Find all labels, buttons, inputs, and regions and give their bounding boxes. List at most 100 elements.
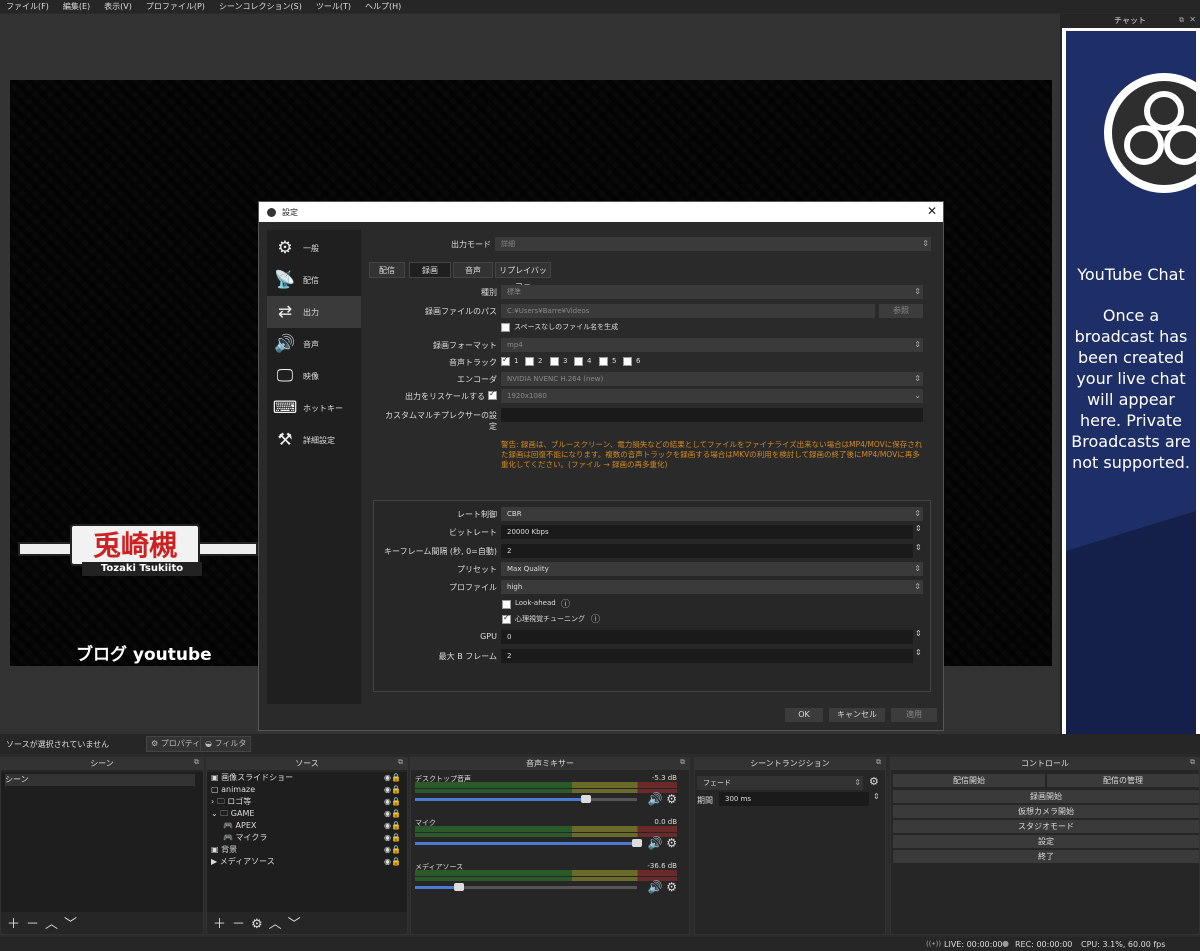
lock-icon[interactable]: 🔒 <box>391 808 401 820</box>
type-select[interactable]: 標準 ⇕ <box>501 285 923 299</box>
output-mode-select[interactable]: 詳細 ⇕ <box>495 237 931 251</box>
float-icon[interactable]: ⧉ <box>194 758 199 767</box>
start-recording-button[interactable]: 録画開始 <box>893 790 1199 803</box>
sidebar-item-audio[interactable]: 🔊 音声 <box>267 328 361 360</box>
menu-tools[interactable]: ツール(T) <box>316 1 351 12</box>
transition-select[interactable]: フェード ⇕ <box>697 776 863 790</box>
help-icon[interactable]: ⓘ <box>591 612 600 625</box>
track-5-checkbox[interactable] <box>599 357 608 366</box>
track-2-checkbox[interactable] <box>525 357 534 366</box>
lock-icon[interactable]: 🔒 <box>391 832 401 844</box>
gear-icon[interactable]: ⚙ <box>869 775 879 788</box>
start-stream-button[interactable]: 配信開始 <box>893 774 1045 787</box>
menu-profile[interactable]: プロファイル(P) <box>146 1 205 12</box>
tab-stream[interactable]: 配信 <box>369 262 405 278</box>
volume-slider[interactable] <box>415 883 637 891</box>
lookahead-checkbox[interactable] <box>502 600 511 609</box>
list-item[interactable]: ⌄ 🗀 GAME ◉ 🔒 <box>211 808 401 820</box>
path-input[interactable]: C:¥Users¥Barre¥Videos <box>501 304 875 318</box>
eye-icon[interactable]: ◉ <box>384 808 391 820</box>
sidebar-item-hotkeys[interactable]: ⌨ ホットキー <box>267 392 361 424</box>
bitrate-input[interactable]: 20000 Kbps <box>501 525 913 539</box>
list-item[interactable]: ▣ 背景 ◉ 🔒 <box>211 844 401 856</box>
browse-button[interactable]: 参照 <box>879 304 923 318</box>
format-select[interactable]: mp4 ⇕ <box>501 338 923 352</box>
apply-button[interactable]: 適用 <box>891 708 937 722</box>
profile-select[interactable]: high ⇕ <box>501 580 923 594</box>
menu-edit[interactable]: 編集(E) <box>63 1 90 12</box>
menu-file[interactable]: ファイル(F) <box>6 1 49 12</box>
studio-mode-button[interactable]: スタジオモード <box>893 820 1199 833</box>
track-4-checkbox[interactable] <box>574 357 583 366</box>
lock-icon[interactable]: 🔒 <box>391 772 401 784</box>
bframes-input[interactable]: 2 <box>501 649 913 663</box>
bframes-spin-icon[interactable]: ⇕ <box>915 648 922 657</box>
speaker-gear-icon[interactable]: 🔊 ⚙ <box>647 836 677 850</box>
manage-broadcast-button[interactable]: 配信の管理 <box>1047 774 1199 787</box>
exit-button[interactable]: 終了 <box>893 850 1199 863</box>
duration-spin-icon[interactable]: ⇕ <box>873 792 880 801</box>
eye-icon[interactable]: ◉ <box>384 820 391 832</box>
menu-view[interactable]: 表示(V) <box>104 1 132 12</box>
menu-scene-collection[interactable]: シーンコレクション(S) <box>219 1 302 12</box>
dialog-close-icon[interactable]: ✕ <box>927 204 937 218</box>
eye-icon[interactable]: ◉ <box>384 844 391 856</box>
list-item[interactable]: › 🗀 ロゴ等 ◉ 🔒 <box>211 796 401 808</box>
tab-recording[interactable]: 録画 <box>409 262 451 278</box>
speaker-gear-icon[interactable]: 🔊 ⚙ <box>647 792 677 806</box>
encoder-select[interactable]: NVIDIA NVENC H.264 (new) ⇕ <box>501 372 923 386</box>
nospace-checkbox[interactable] <box>501 323 510 332</box>
preset-select[interactable]: Max Quality ⇕ <box>501 562 923 576</box>
psycho-checkbox[interactable] <box>502 613 511 624</box>
muxer-input[interactable] <box>501 408 923 422</box>
rescale-checkbox[interactable] <box>488 389 497 400</box>
source-tools[interactable]: ＋－⚙︿﹀ <box>213 913 307 932</box>
eye-icon[interactable]: ◉ <box>384 832 391 844</box>
list-item[interactable]: 🎮 APEX ◉ 🔒 <box>211 820 401 832</box>
eye-icon[interactable]: ◉ <box>384 856 391 868</box>
sidebar-item-video[interactable]: 🖵 映像 <box>267 360 361 392</box>
list-item[interactable]: 🎮 マイクラ ◉ 🔒 <box>211 832 401 844</box>
scene-tools[interactable]: ＋－︿﹀ <box>7 913 83 932</box>
eye-icon[interactable]: ◉ <box>384 796 391 808</box>
list-item[interactable]: シーン <box>5 774 195 786</box>
lock-icon[interactable]: 🔒 <box>391 844 401 856</box>
volume-slider[interactable] <box>415 795 637 803</box>
float-icon[interactable]: ⧉ <box>876 758 881 767</box>
cancel-button[interactable]: キャンセル <box>829 708 885 722</box>
properties-button[interactable]: ⚙ プロパティ <box>146 736 206 752</box>
track-3-checkbox[interactable] <box>550 357 559 366</box>
keyframe-input[interactable]: 2 <box>501 544 913 558</box>
list-item[interactable]: ▶ メディアソース ◉ 🔒 <box>211 856 401 868</box>
speaker-gear-icon[interactable]: 🔊 ⚙ <box>647 880 677 894</box>
chat-close-icon[interactable]: ✕ <box>1189 15 1196 24</box>
tab-replay-buffer[interactable]: リプレイバッファ <box>495 262 551 291</box>
sidebar-item-stream[interactable]: 📡 配信 <box>267 264 361 296</box>
track-1-checkbox[interactable] <box>501 355 510 366</box>
bitrate-spin-icon[interactable]: ⇕ <box>915 524 922 533</box>
settings-button[interactable]: 設定 <box>893 835 1199 848</box>
virtual-camera-button[interactable]: 仮想カメラ開始 <box>893 805 1199 818</box>
filters-button[interactable]: ◒ フィルタ <box>200 736 252 752</box>
lock-icon[interactable]: 🔒 <box>391 784 401 796</box>
track-6-checkbox[interactable] <box>623 357 632 366</box>
help-icon[interactable]: ⓘ <box>561 597 570 610</box>
float-icon[interactable]: ⧉ <box>680 758 685 767</box>
ok-button[interactable]: OK <box>785 708 823 722</box>
sidebar-item-general[interactable]: ⚙ 一般 <box>267 232 361 264</box>
duration-input[interactable]: 300 ms <box>719 792 869 806</box>
float-icon[interactable]: ⧉ <box>1190 758 1195 767</box>
list-item[interactable]: ▣ 画像スライドショー ◉ 🔒 <box>211 772 401 784</box>
rescale-select[interactable]: 1920x1080 ⌄ <box>501 389 923 403</box>
float-icon[interactable]: ⧉ <box>398 758 403 767</box>
keyframe-spin-icon[interactable]: ⇕ <box>915 543 922 552</box>
lock-icon[interactable]: 🔒 <box>391 820 401 832</box>
rate-select[interactable]: CBR ⇕ <box>501 507 923 521</box>
lock-icon[interactable]: 🔒 <box>391 856 401 868</box>
gpu-input[interactable]: 0 <box>501 630 913 644</box>
lock-icon[interactable]: 🔒 <box>391 796 401 808</box>
list-item[interactable]: ▢ animaze ◉ 🔒 <box>211 784 401 796</box>
menu-help[interactable]: ヘルプ(H) <box>365 1 401 12</box>
volume-slider[interactable] <box>415 839 642 847</box>
eye-icon[interactable]: ◉ <box>384 784 391 796</box>
